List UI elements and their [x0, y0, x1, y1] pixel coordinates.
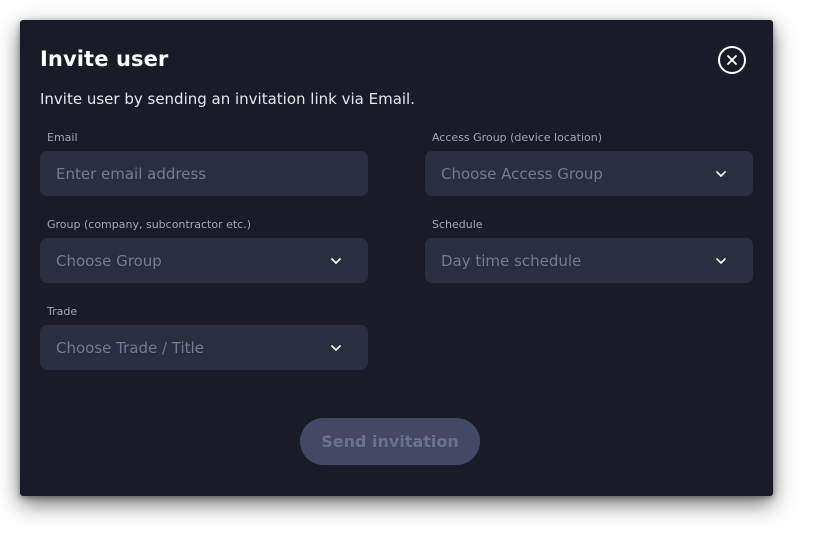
trade-label: Trade [47, 305, 78, 318]
send-invitation-button[interactable]: Send invitation [300, 418, 480, 465]
access-group-select[interactable]: Choose Access Group [425, 151, 753, 196]
trade-select[interactable]: Choose Trade / Title [40, 325, 368, 370]
email-label: Email [47, 131, 78, 144]
close-button[interactable] [718, 46, 746, 74]
access-group-value: Choose Access Group [441, 164, 603, 183]
chevron-down-icon [330, 342, 342, 354]
group-value: Choose Group [56, 251, 162, 270]
group-label: Group (company, subcontractor etc.) [47, 218, 252, 231]
invite-user-dialog: Invite user Invite user by sending an in… [20, 20, 773, 496]
schedule-label: Schedule [432, 218, 483, 231]
close-icon [727, 55, 737, 65]
group-select[interactable]: Choose Group [40, 238, 368, 283]
chevron-down-icon [330, 255, 342, 267]
trade-value: Choose Trade / Title [56, 338, 204, 357]
chevron-down-icon [715, 168, 727, 180]
access-group-label: Access Group (device location) [432, 131, 602, 144]
schedule-value: Day time schedule [441, 251, 582, 270]
schedule-select[interactable]: Day time schedule [425, 238, 753, 283]
chevron-down-icon [715, 255, 727, 267]
dialog-subtitle: Invite user by sending an invitation lin… [40, 90, 415, 108]
dialog-title: Invite user [40, 47, 169, 71]
email-input[interactable] [56, 164, 352, 183]
email-field-box [40, 151, 368, 196]
